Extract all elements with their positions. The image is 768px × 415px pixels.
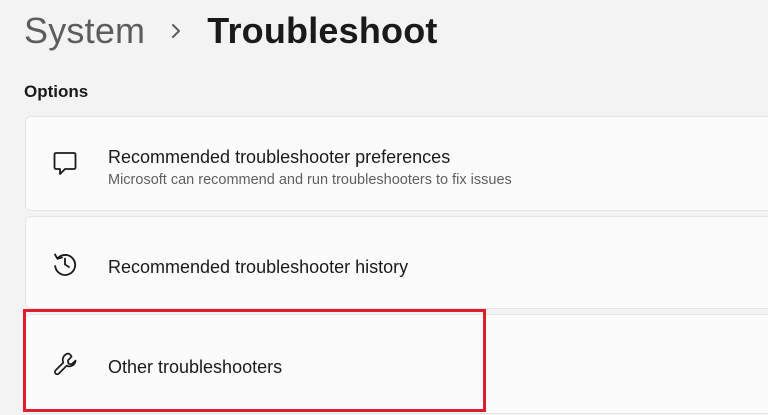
option-title: Other troubleshooters bbox=[108, 357, 283, 377]
section-label-options: Options bbox=[24, 82, 89, 101]
history-icon bbox=[50, 249, 80, 279]
option-recommended-history[interactable]: Recommended troubleshooter history bbox=[25, 216, 768, 309]
page-title: Troubleshoot bbox=[207, 10, 438, 51]
option-recommended-preferences[interactable]: Recommended troubleshooter preferences M… bbox=[25, 116, 768, 211]
option-description: Microsoft can recommend and run troubles… bbox=[108, 172, 512, 188]
chevron-right-icon bbox=[169, 21, 183, 41]
breadcrumb: System Troubleshoot bbox=[24, 6, 438, 56]
option-other-troubleshooters[interactable]: Other troubleshooters bbox=[25, 314, 768, 414]
option-title: Recommended troubleshooter preferences bbox=[108, 147, 451, 167]
wrench-icon bbox=[50, 349, 80, 379]
option-title: Recommended troubleshooter history bbox=[108, 257, 409, 277]
chat-bubble-icon bbox=[50, 148, 80, 178]
breadcrumb-system[interactable]: System bbox=[24, 10, 145, 52]
settings-page: System Troubleshoot Options Recommended … bbox=[0, 0, 768, 415]
